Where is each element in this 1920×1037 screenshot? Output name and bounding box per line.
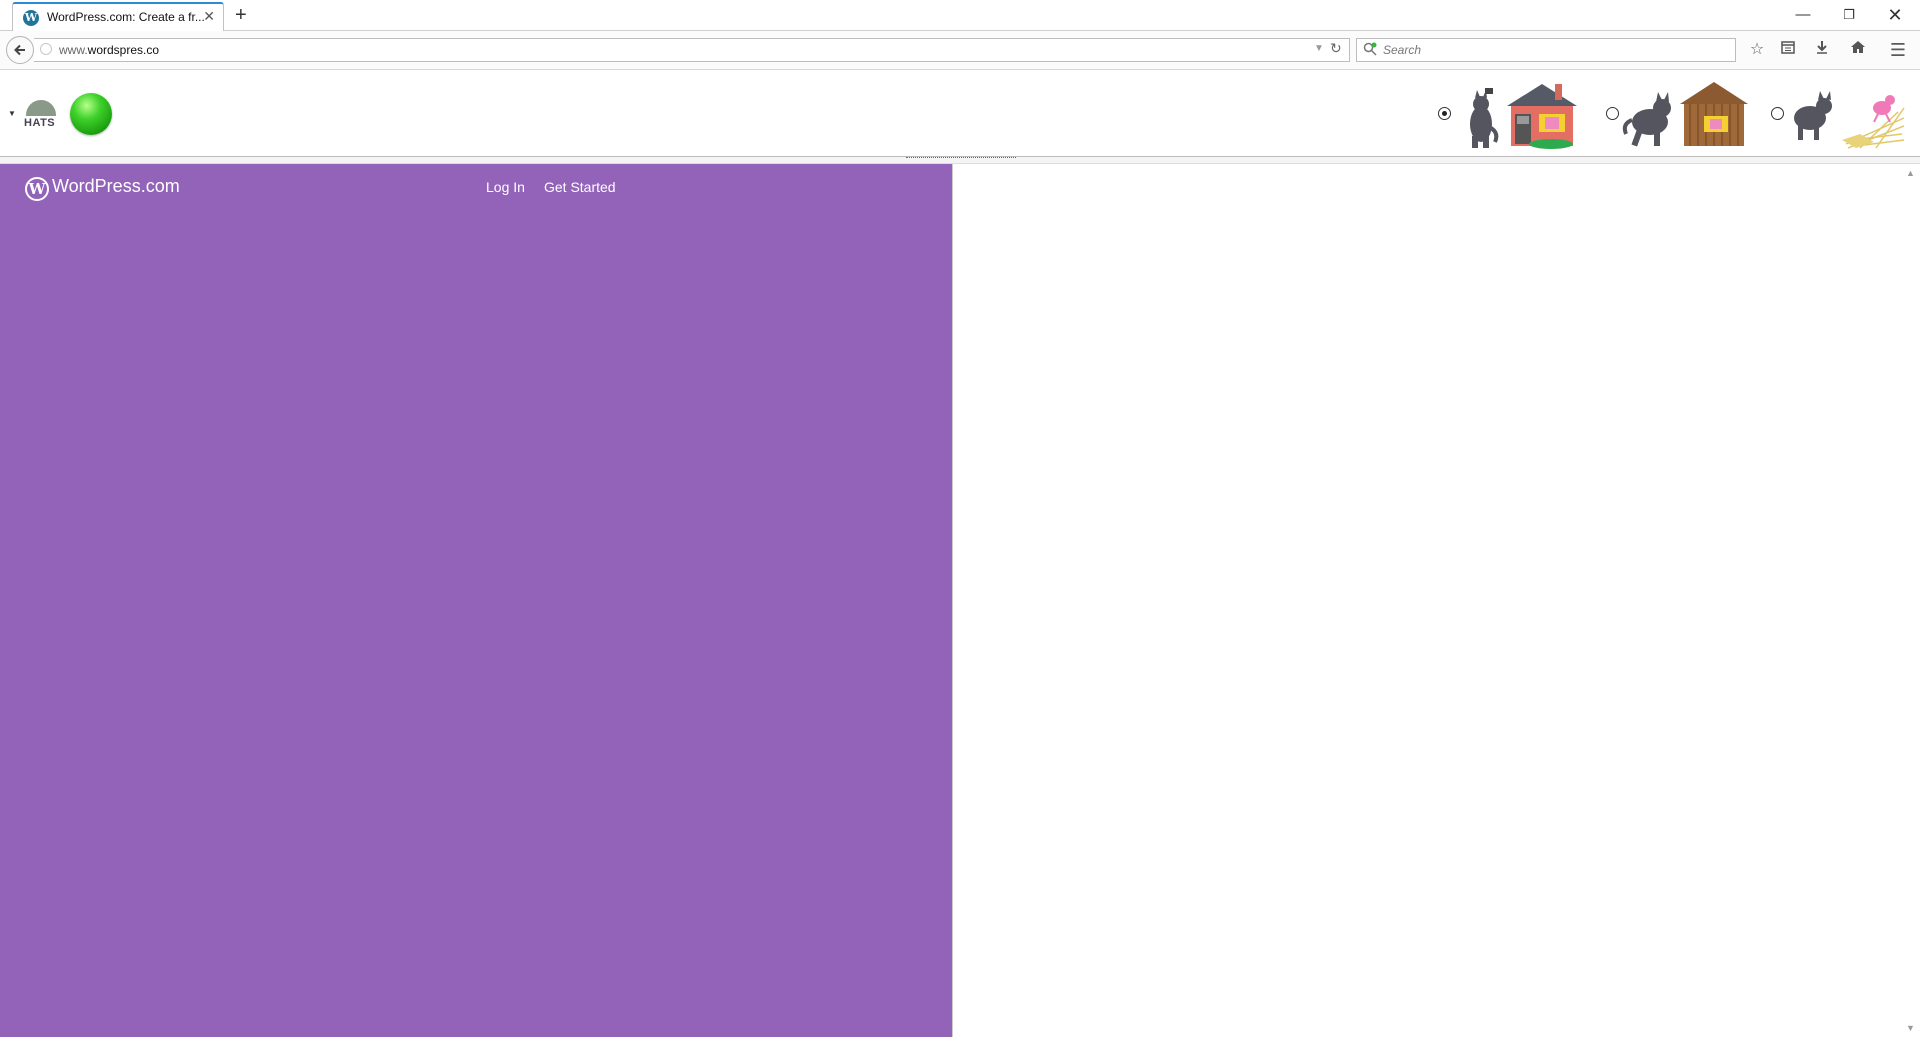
- reload-icon[interactable]: ↻: [1330, 40, 1342, 57]
- scroll-down-icon[interactable]: ▼: [1906, 1023, 1915, 1033]
- url-text[interactable]: www.wordspres.co: [59, 43, 159, 57]
- url-history-dropdown-icon[interactable]: ▼: [1314, 43, 1324, 54]
- search-input[interactable]: [1383, 40, 1723, 60]
- scene-radio-brick[interactable]: [1438, 107, 1451, 120]
- wordpress-logo-icon[interactable]: W: [25, 177, 49, 201]
- url-bar[interactable]: www.wordspres.co ▼ ↻: [34, 38, 1350, 62]
- get-started-link[interactable]: Get Started: [544, 179, 616, 195]
- search-bar[interactable]: [1356, 38, 1736, 62]
- hats-label: HATS: [24, 117, 56, 129]
- green-status-icon[interactable]: [70, 93, 112, 135]
- vertical-scrollbar[interactable]: ▲ ▼: [1902, 164, 1920, 1037]
- scroll-up-icon[interactable]: ▲: [1906, 168, 1915, 178]
- new-tab-button[interactable]: +: [235, 4, 247, 26]
- navigation-toolbar: www.wordspres.co ▼ ↻ ☆ ☰: [0, 31, 1920, 70]
- scene-radio-wood[interactable]: [1606, 107, 1619, 120]
- splitter-handle[interactable]: [906, 157, 1016, 162]
- home-icon[interactable]: [1846, 39, 1870, 61]
- tab-title: WordPress.com: Create a fr...: [47, 10, 205, 24]
- tab-close-icon[interactable]: ✕: [203, 8, 215, 25]
- tab-strip: W WordPress.com: Create a fr... ✕ + — ❐ …: [0, 0, 1920, 32]
- blank-pane: [952, 164, 1902, 1037]
- library-icon[interactable]: [1776, 39, 1800, 61]
- hamburger-menu-icon[interactable]: ☰: [1886, 39, 1910, 61]
- wolf-wood-house-image[interactable]: [1620, 78, 1750, 150]
- toolbar-dropdown-arrow-icon[interactable]: ▼: [8, 109, 16, 118]
- site-identity-icon[interactable]: [40, 43, 52, 55]
- window-close-button[interactable]: ✕: [1872, 2, 1918, 28]
- download-icon[interactable]: [1810, 39, 1834, 61]
- restore-button[interactable]: ❐: [1826, 2, 1872, 28]
- wolf-brick-house-image[interactable]: [1455, 78, 1585, 150]
- wordpress-favicon-icon: W: [23, 10, 39, 26]
- wolf-straw-house-image[interactable]: [1786, 78, 1906, 150]
- login-link[interactable]: Log In: [486, 179, 525, 195]
- minimize-button[interactable]: —: [1780, 2, 1826, 28]
- tab-wordpress[interactable]: W WordPress.com: Create a fr... ✕: [12, 2, 224, 32]
- back-arrow-icon[interactable]: [6, 36, 34, 64]
- search-icon[interactable]: [1363, 42, 1377, 59]
- wordpress-page-pane: W WordPress.com Log In Get Started: [0, 164, 952, 1037]
- scene-radio-straw[interactable]: [1771, 107, 1784, 120]
- wordpress-brand-link[interactable]: WordPress.com: [52, 176, 180, 197]
- bookmark-star-icon[interactable]: ☆: [1745, 39, 1769, 61]
